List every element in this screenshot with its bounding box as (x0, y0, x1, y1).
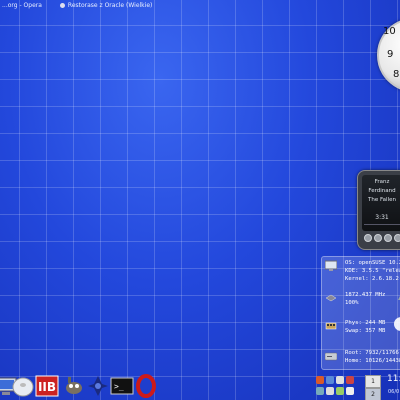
mb-icon[interactable]: IIB (35, 374, 59, 398)
panel-clock-date: 06/0 (388, 389, 400, 395)
disk-icon[interactable] (11, 374, 35, 398)
taskbar-item-label: Restorase z Oracle (Wielkie) (67, 1, 153, 9)
analog-clock-widget[interactable]: 10 9 8 (377, 18, 400, 92)
desktop-pager-2[interactable]: 2 (365, 388, 381, 400)
cpu-load: 100% (345, 300, 359, 306)
player-track: The Fallen (368, 197, 396, 203)
home-disk: Home: 10126/14438 (345, 358, 400, 364)
kernel-line: Kernel: 2.6.18.2- (345, 276, 400, 282)
device-icon[interactable] (326, 387, 334, 395)
application-launcher-bar: IIB >_ (0, 372, 165, 400)
player-prev-button[interactable] (364, 234, 372, 242)
network-icon[interactable] (326, 376, 334, 384)
monitor-icon (325, 260, 337, 271)
player-progress-track[interactable] (364, 224, 400, 225)
panel-clock-time[interactable]: 11: (387, 374, 400, 384)
desktop-wallpaper: ...org - Opera Restorase z Oracle (Wielk… (0, 0, 400, 400)
taskbar-item-oracle[interactable]: Restorase z Oracle (Wielkie) (59, 1, 153, 9)
battery-icon[interactable] (336, 387, 344, 395)
volume-icon[interactable] (316, 387, 324, 395)
system-info-panel: OS: openSUSE 10.2 KDE: 3.5.5 "release Ke… (321, 256, 400, 370)
kde-line: KDE: 3.5.5 "release (345, 268, 400, 274)
update-icon[interactable] (316, 376, 324, 384)
svg-text:IIB: IIB (38, 380, 56, 394)
player-display: Franz Ferdinand The Fallen 3:31 (362, 175, 400, 231)
memory-gauge (394, 317, 400, 331)
harddisk-icon (325, 352, 337, 361)
taskbar-item-opera[interactable]: ...org - Opera (2, 2, 42, 9)
root-disk: Root: 7932/11766 (345, 350, 399, 356)
desktop-pager-1[interactable]: 1 (365, 375, 381, 388)
phys-memory: Phys: 244 MB (345, 320, 386, 326)
clipboard-icon[interactable] (336, 376, 344, 384)
player-time: 3:31 (375, 214, 389, 221)
os-line: OS: openSUSE 10.2 (345, 260, 400, 266)
window-icon (59, 2, 65, 8)
media-player-widget[interactable]: Franz Ferdinand The Fallen 3:31 (357, 170, 400, 250)
cpu-icon (325, 294, 337, 302)
swap-memory: Swap: 357 MB (345, 328, 386, 334)
player-stop-button[interactable] (384, 234, 392, 242)
gimp-icon[interactable] (62, 374, 86, 398)
opera-icon[interactable] (134, 374, 158, 398)
alert-icon[interactable] (346, 376, 354, 384)
taskbar-window-titles: ...org - Opera Restorase z Oracle (Wielk… (0, 0, 262, 10)
clock-hands (379, 20, 400, 90)
memory-icon (325, 322, 337, 330)
player-next-button[interactable] (394, 234, 400, 242)
player-artist: Franz Ferdinand (368, 179, 396, 194)
taskbar-item-label: ...org - Opera (2, 1, 42, 9)
terminal-icon[interactable]: >_ (110, 374, 134, 398)
keyboard-icon[interactable] (346, 387, 354, 395)
player-play-button[interactable] (374, 234, 382, 242)
cpu-frequency: 1872.437 MHz (345, 292, 386, 298)
kde-icon[interactable] (86, 374, 110, 398)
svg-text:>_: >_ (114, 382, 124, 391)
